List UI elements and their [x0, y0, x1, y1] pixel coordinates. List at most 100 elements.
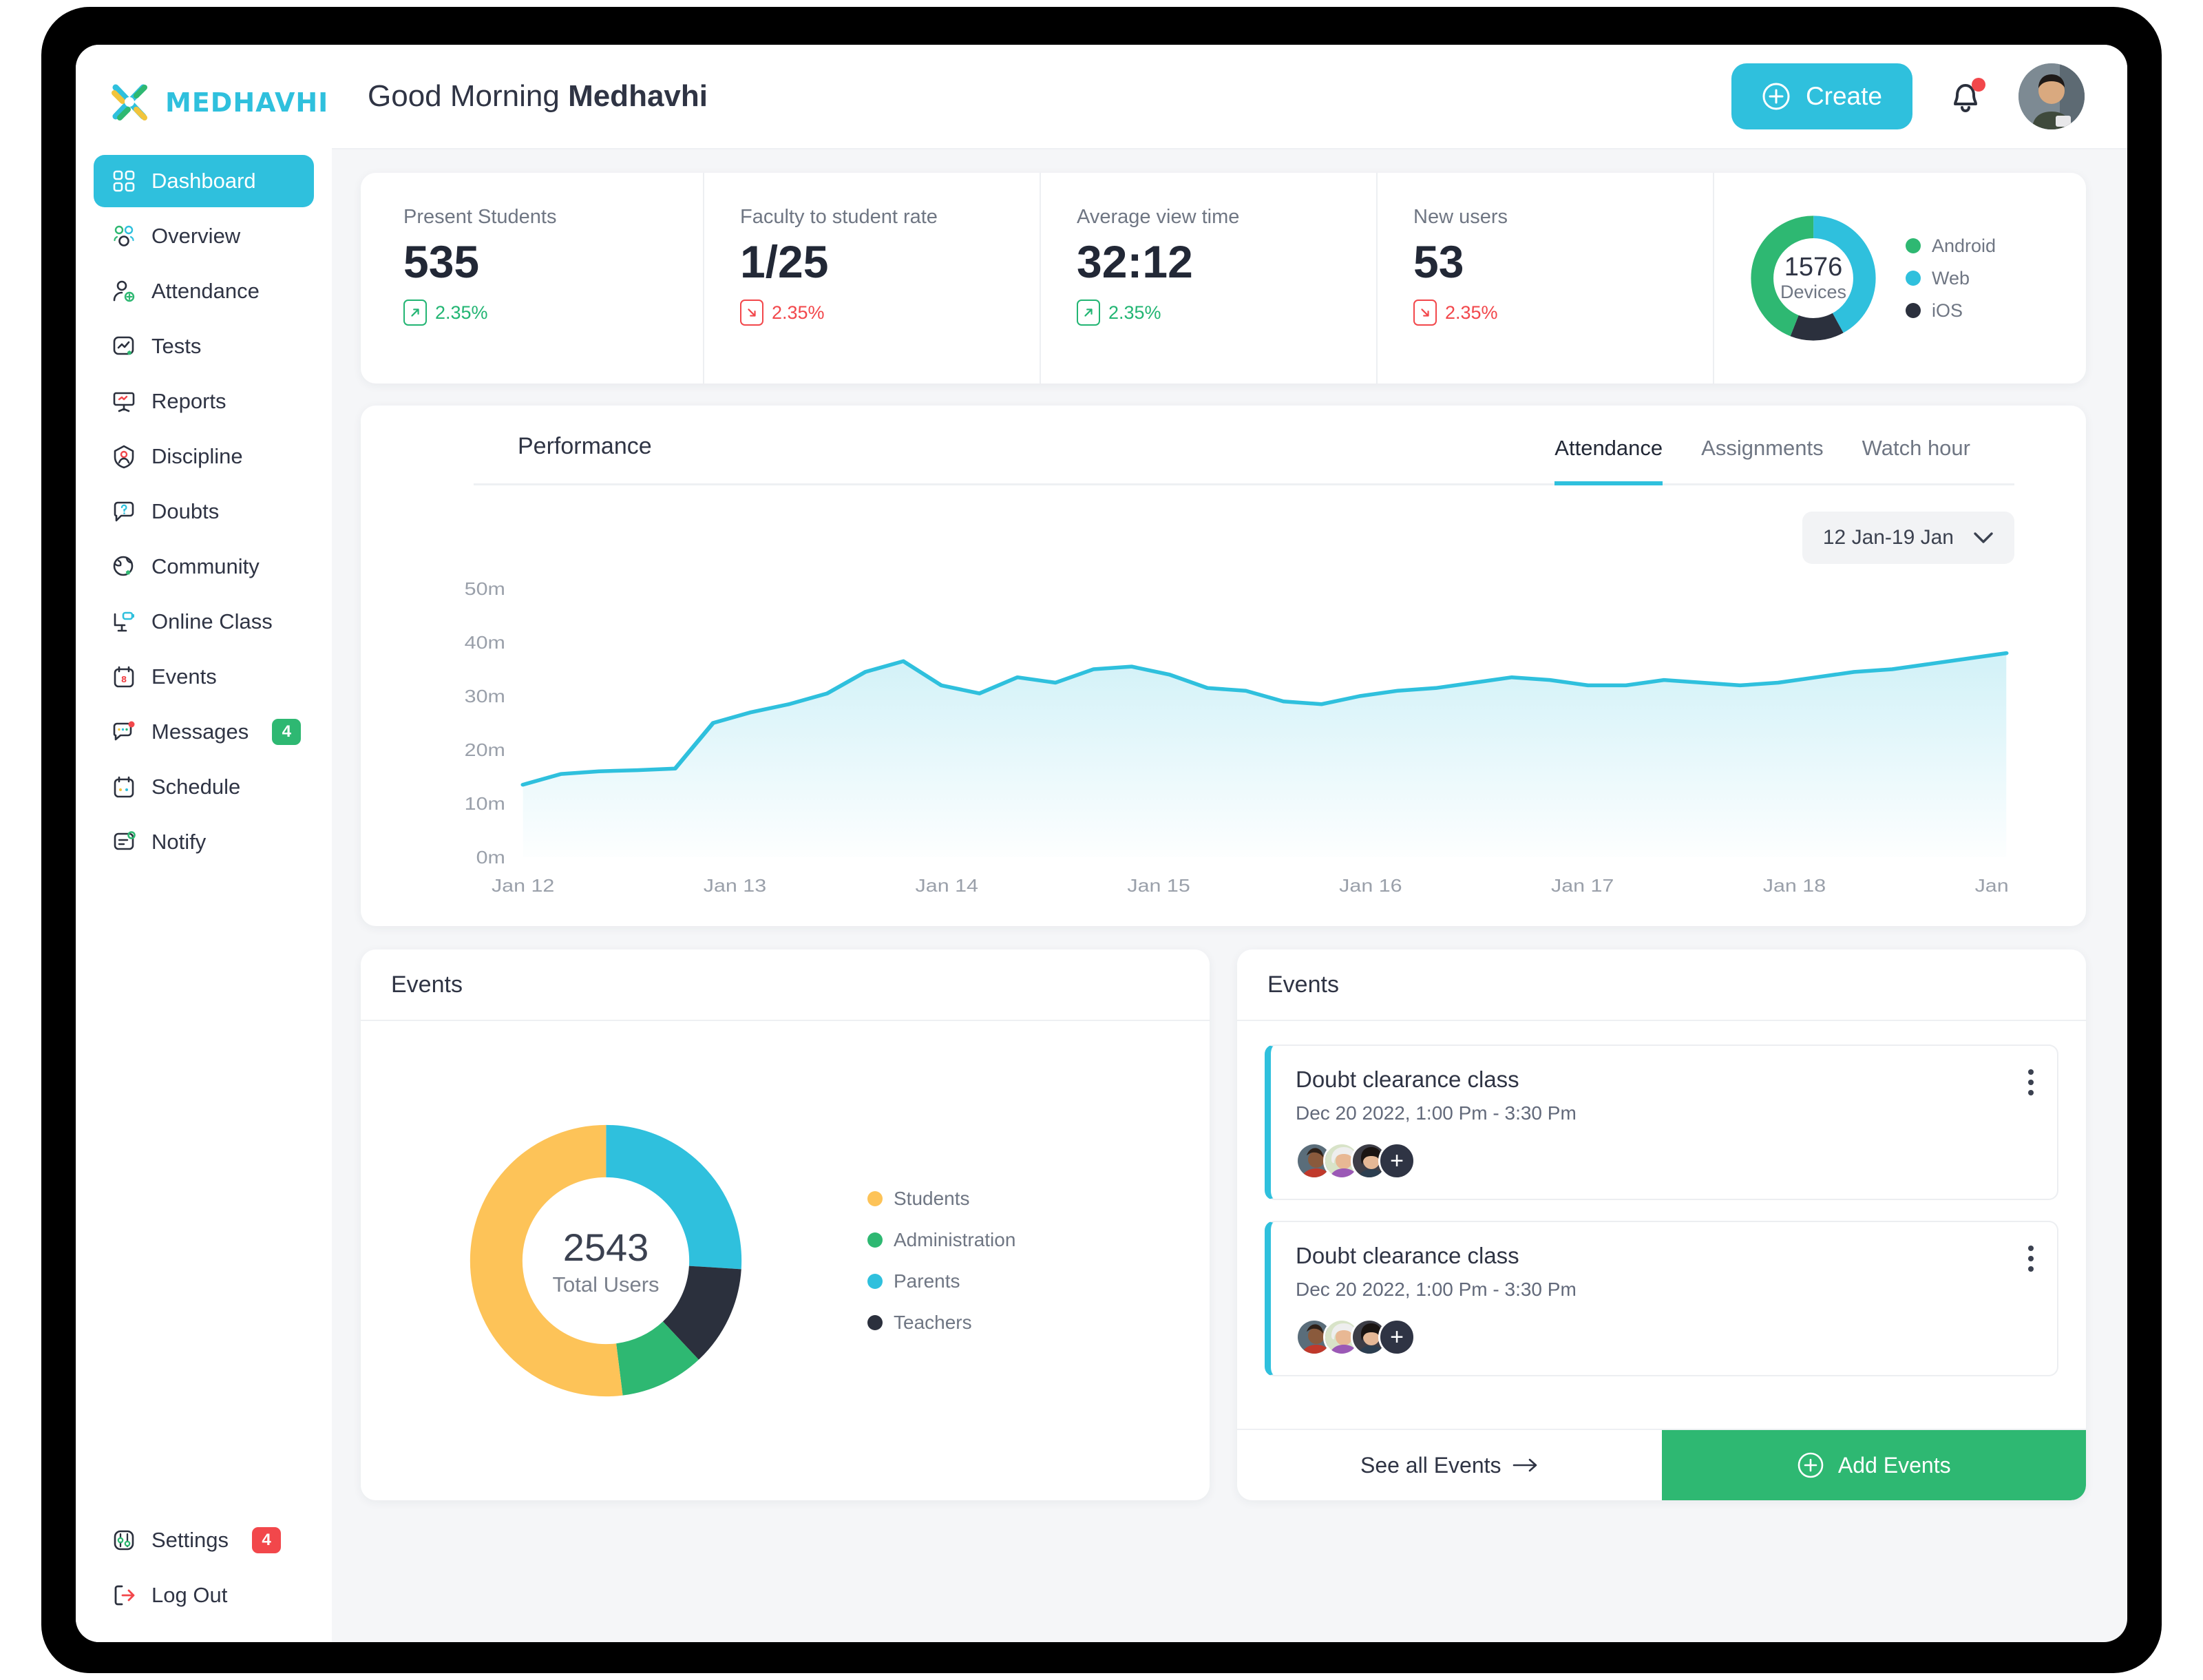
events-panel-title: Events: [1237, 949, 2086, 1021]
stat-delta: 2.35%: [740, 300, 1040, 326]
stat-value: 535: [403, 236, 480, 287]
devices-legend-item: Web: [1906, 268, 1996, 289]
event-title: Doubt clearance class: [1296, 1067, 1519, 1092]
events-panel: Events Doubt clearance class Dec 20 2022…: [1237, 949, 2086, 1500]
add-events-button[interactable]: Add Events: [1661, 1430, 2086, 1500]
sidebar-item-log-out[interactable]: Log Out: [94, 1569, 314, 1621]
tab-attendance[interactable]: Attendance: [1554, 436, 1663, 485]
event-title: Doubt clearance class: [1296, 1243, 1519, 1268]
legend-label: Parents: [894, 1270, 960, 1292]
shield-user-icon: [114, 445, 134, 469]
sidebar: MEDHAVHI Dashboard Overview Attendance T…: [76, 45, 332, 1642]
devices-donut-chart: 1576 Devices: [1746, 211, 1881, 346]
users-legend-item: Teachers: [867, 1312, 1015, 1334]
date-range-value: 12 Jan-19 Jan: [1822, 526, 1954, 549]
tab-watch-hour[interactable]: Watch hour: [1862, 436, 1970, 485]
medhavhi-logo-icon: [112, 84, 147, 120]
event-time: Dec 20 2022, 1:00 Pm - 3:30 Pm: [1296, 1279, 1577, 1300]
stat-value: 32:12: [1077, 236, 1193, 287]
svg-text:30m: 30m: [465, 686, 505, 706]
sidebar-nav: Dashboard Overview Attendance Tests Repo…: [76, 155, 332, 868]
stat-label: Average view time: [1077, 206, 1240, 228]
create-button[interactable]: Create: [1731, 63, 1912, 129]
sidebar-item-reports[interactable]: Reports: [94, 375, 314, 428]
svg-text:Jan 14: Jan 14: [916, 875, 978, 895]
sidebar-item-events[interactable]: 8 Events: [94, 651, 314, 703]
sidebar-item-label: Dashboard: [151, 169, 256, 193]
chevron-down-icon: [1974, 532, 1993, 543]
tab-label: Attendance: [1554, 436, 1663, 460]
sidebar-item-schedule[interactable]: Schedule: [94, 761, 314, 813]
stat-delta-value: 2.35%: [1108, 302, 1161, 323]
legend-color-dot: [867, 1191, 883, 1206]
arrow-right-icon: [1512, 1458, 1537, 1472]
event-more-button[interactable]: [2028, 1246, 2034, 1272]
svg-text:0m: 0m: [476, 847, 505, 867]
sidebar-item-notify[interactable]: Notify: [94, 816, 314, 868]
see-all-events-label: See all Events: [1360, 1452, 1501, 1478]
see-all-events-button[interactable]: See all Events: [1237, 1430, 1662, 1500]
users-panel: Events 2543 Total Users Students Adminis…: [361, 949, 1210, 1500]
sidebar-item-messages[interactable]: Messages 4: [94, 706, 314, 758]
event-card[interactable]: Doubt clearance class Dec 20 2022, 1:00 …: [1265, 1044, 2058, 1200]
sidebar-badge-settings: 4: [252, 1527, 282, 1553]
event-more-button[interactable]: [2028, 1069, 2034, 1095]
sidebar-item-doubts[interactable]: Doubts: [94, 485, 314, 538]
legend-label: iOS: [1932, 300, 1963, 321]
tab-assignments[interactable]: Assignments: [1701, 436, 1823, 485]
event-card[interactable]: Doubt clearance class Dec 20 2022, 1:00 …: [1265, 1221, 2058, 1376]
date-range-select[interactable]: 12 Jan-19 Jan: [1802, 512, 2014, 564]
notifications-button[interactable]: [1946, 75, 1985, 118]
stat-label: New users: [1413, 206, 1508, 228]
performance-card: Performance Attendance Assignments Watch…: [361, 406, 2086, 926]
user-add-icon: [113, 280, 135, 302]
stat-label: Present Students: [403, 206, 557, 228]
avatar[interactable]: [2018, 63, 2085, 129]
sidebar-item-label: Log Out: [151, 1583, 228, 1607]
attendee-avatars: +: [1296, 1319, 2032, 1356]
sidebar-item-overview[interactable]: Overview: [94, 210, 314, 262]
sidebar-item-attendance[interactable]: Attendance: [94, 265, 314, 317]
legend-color-dot: [1906, 238, 1921, 253]
sidebar-item-discipline[interactable]: Discipline: [94, 430, 314, 483]
sidebar-item-label: Online Class: [151, 609, 273, 633]
svg-text:40m: 40m: [465, 632, 505, 652]
stat-card: Faculty to student rate 1/25 2.35%: [704, 173, 1041, 384]
sidebar-item-label: Overview: [151, 224, 241, 248]
sidebar-item-label: Schedule: [151, 775, 241, 799]
user-name: Medhavhi: [568, 79, 708, 113]
avatar-image: [2018, 63, 2085, 129]
sidebar-item-settings[interactable]: Settings 4: [94, 1514, 314, 1566]
stat-value: 53: [1413, 236, 1464, 287]
users-panel-title: Events: [361, 949, 1210, 1021]
sidebar-badge-messages: 4: [272, 719, 302, 745]
svg-text:Jan 18: Jan 18: [1763, 875, 1826, 895]
tab-label: Assignments: [1701, 436, 1824, 460]
topbar: Good Morning Medhavhi Create: [332, 45, 2127, 149]
calendar-8-icon: 8: [114, 666, 134, 688]
svg-text:8: 8: [121, 675, 127, 684]
devices-widget: 1576 Devices Android Web iOS: [1714, 173, 2079, 384]
legend-color-dot: [1906, 271, 1921, 286]
presentation-icon: [113, 392, 135, 412]
globe-icon: [113, 556, 134, 576]
stat-delta-value: 2.35%: [772, 302, 825, 323]
date-range-row: 12 Jan-19 Jan: [361, 485, 2086, 564]
arrow-down-right-icon: [1413, 300, 1437, 326]
sidebar-item-online-class[interactable]: Online Class: [94, 596, 314, 648]
performance-chart-area: 0m 10m 20m 30m 40m 50m Jan 12 Jan 13 Jan 14 Jan 1…: [361, 564, 2086, 905]
sidebar-item-community[interactable]: Community: [94, 540, 314, 593]
stat-value: 1/25: [740, 236, 829, 287]
create-button-label: Create: [1805, 82, 1882, 110]
users-legend-item: Students: [867, 1188, 1015, 1210]
sidebar-item-dashboard[interactable]: Dashboard: [94, 155, 314, 207]
plus-circle-icon: [1762, 83, 1790, 110]
svg-text:20m: 20m: [465, 739, 505, 759]
devices-total-label: Devices: [1780, 282, 1847, 303]
add-attendee-button[interactable]: +: [1378, 1319, 1415, 1356]
stat-label: Faculty to student rate: [740, 206, 938, 228]
sidebar-item-tests[interactable]: Tests: [94, 320, 314, 372]
users-total: 2543: [562, 1225, 649, 1269]
add-attendee-button[interactable]: +: [1378, 1142, 1415, 1179]
tab-label: Watch hour: [1862, 436, 1970, 460]
